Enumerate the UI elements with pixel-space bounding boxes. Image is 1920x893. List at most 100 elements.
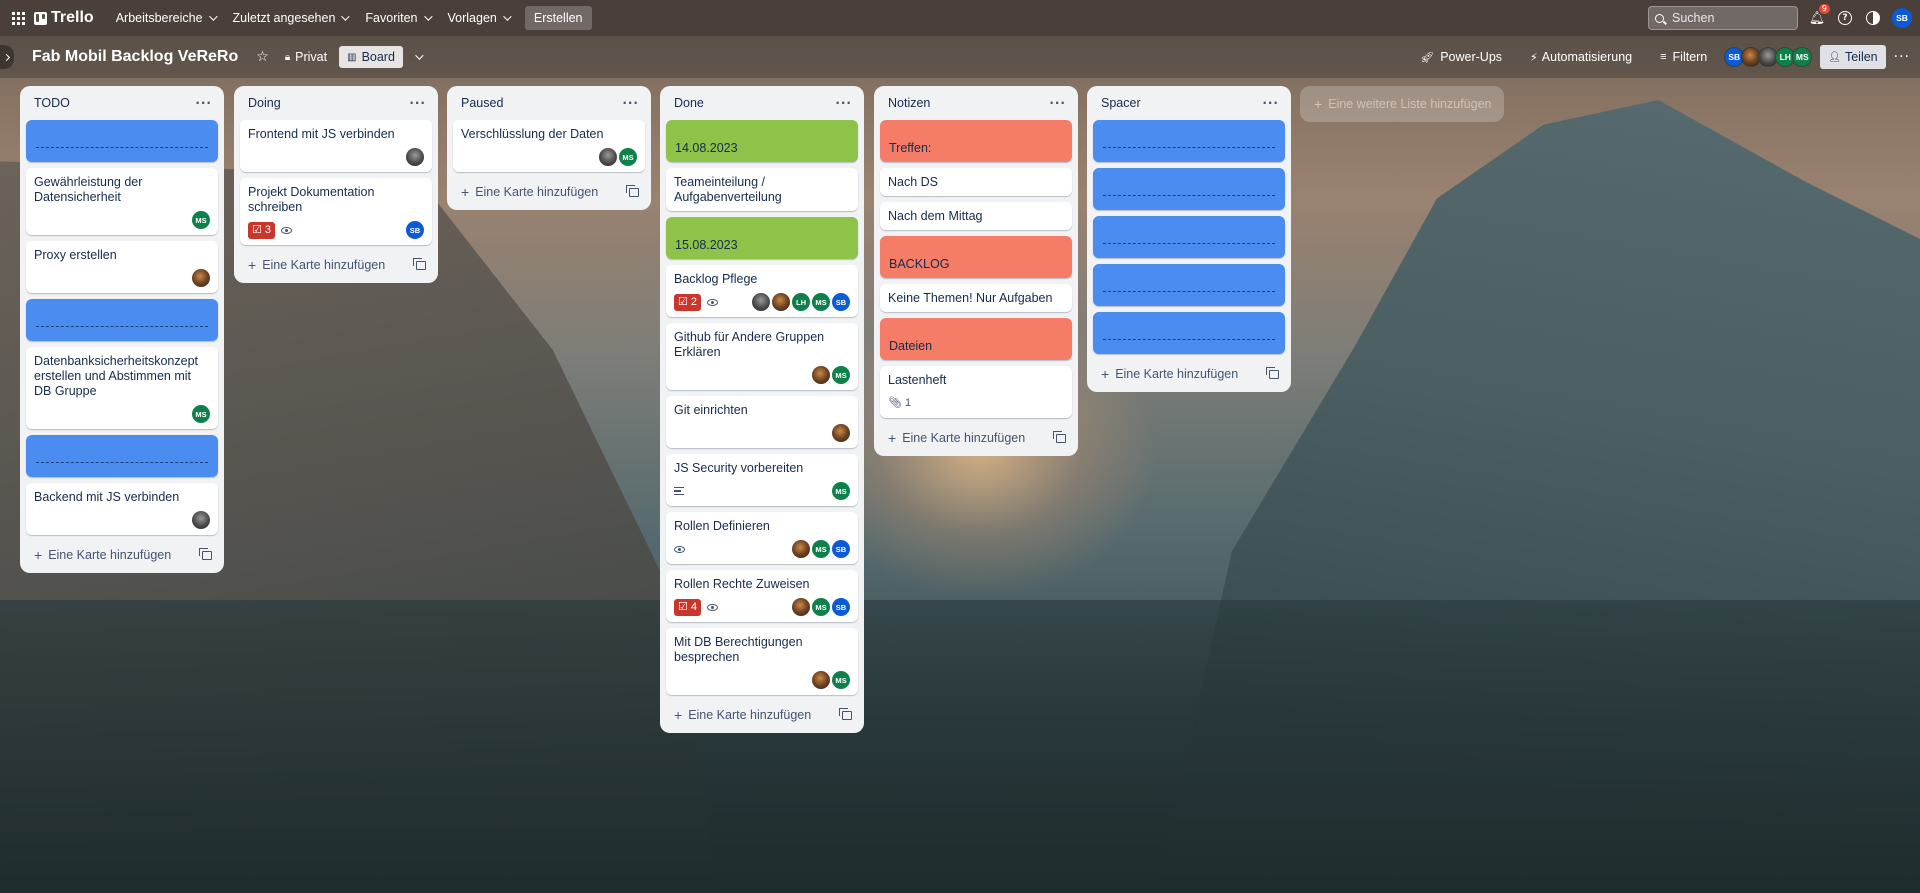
list-menu-icon[interactable]: ···: [1049, 96, 1066, 110]
member-avatar-photo-b[interactable]: [192, 511, 210, 529]
member-avatar-ms[interactable]: MS: [832, 671, 850, 689]
member-avatar-lh[interactable]: LH: [792, 293, 810, 311]
cover-card-red[interactable]: Dateien: [880, 318, 1072, 360]
cover-card-blue[interactable]: [1093, 312, 1285, 354]
member-avatar-photo-b[interactable]: [406, 148, 424, 166]
member-avatar-ms[interactable]: MS: [1792, 47, 1813, 67]
card[interactable]: Mit DB Berechtigungen besprechen MS: [666, 628, 858, 695]
card-template-icon[interactable]: [1266, 366, 1279, 379]
sidebar-toggle-button[interactable]: [0, 45, 14, 69]
card-template-icon[interactable]: [626, 184, 639, 197]
card-template-icon[interactable]: [413, 257, 426, 270]
cover-card-blue[interactable]: [26, 435, 218, 477]
cover-card-blue[interactable]: [1093, 216, 1285, 258]
card[interactable]: Backend mit JS verbinden: [26, 483, 218, 535]
create-button[interactable]: Erstellen: [524, 6, 592, 30]
member-avatar-photo-a[interactable]: [192, 269, 210, 287]
card[interactable]: Projekt Dokumentation schreiben ☑︎ 3 SB: [240, 178, 432, 245]
search-field[interactable]: [1648, 6, 1798, 30]
cover-card-blue[interactable]: [26, 120, 218, 162]
power-ups-button[interactable]: 🚀︎ Power-Ups: [1412, 46, 1510, 68]
card-template-icon[interactable]: [199, 547, 212, 560]
notifications-button[interactable]: 🔔︎ 9: [1808, 4, 1830, 27]
member-avatar-photo-a[interactable]: [832, 424, 850, 442]
card[interactable]: Frontend mit JS verbinden: [240, 120, 432, 172]
card[interactable]: Backlog Pflege ☑︎ 2 LH MS SB: [666, 265, 858, 317]
add-card-button[interactable]: + Eine Karte hinzufügen: [1093, 360, 1285, 386]
member-avatar-photo-b[interactable]: [599, 148, 617, 166]
member-avatar-photo-a[interactable]: [792, 598, 810, 616]
nav-workspaces[interactable]: Arbeitsbereiche: [108, 4, 223, 32]
list-menu-icon[interactable]: ···: [195, 96, 212, 110]
member-avatar-ms[interactable]: MS: [619, 148, 637, 166]
card[interactable]: Gewährleistung der Datensicherheit MS: [26, 168, 218, 235]
member-avatar-sb[interactable]: SB: [832, 540, 850, 558]
card[interactable]: Github für Andere Gruppen Erklären MS: [666, 323, 858, 390]
cover-card-blue[interactable]: [1093, 168, 1285, 210]
cover-card-red[interactable]: BACKLOG: [880, 236, 1072, 278]
cover-card-green[interactable]: 15.08.2023: [666, 217, 858, 259]
list-header[interactable]: Spacer ···: [1093, 86, 1285, 120]
card[interactable]: Rollen Rechte Zuweisen ☑︎ 4 MS SB: [666, 570, 858, 622]
star-icon[interactable]: ☆: [256, 49, 269, 65]
member-avatar-sb[interactable]: SB: [832, 598, 850, 616]
app-switcher-icon[interactable]: [8, 8, 28, 28]
add-card-button[interactable]: + Eine Karte hinzufügen: [26, 541, 218, 567]
list-title[interactable]: Spacer: [1101, 96, 1141, 110]
card[interactable]: Datenbanksicherheitskonzept erstellen un…: [26, 347, 218, 429]
card[interactable]: Nach dem Mittag: [880, 202, 1072, 230]
board-title[interactable]: Fab Mobil Backlog VeReRo: [32, 48, 238, 66]
visibility-button[interactable]: 🔒︎ Privat: [277, 46, 335, 68]
list-header[interactable]: Done ···: [666, 86, 858, 120]
cover-card-green[interactable]: 14.08.2023: [666, 120, 858, 162]
list-title[interactable]: Done: [674, 96, 704, 110]
add-card-button[interactable]: + Eine Karte hinzufügen: [240, 251, 432, 277]
automation-button[interactable]: ⚡︎ Automatisierung: [1522, 46, 1640, 68]
card[interactable]: JS Security vorbereiten MS: [666, 454, 858, 506]
list-header[interactable]: Notizen ···: [880, 86, 1072, 120]
list-menu-icon[interactable]: ···: [409, 96, 426, 110]
view-switcher-button[interactable]: [407, 50, 429, 64]
card[interactable]: Proxy erstellen: [26, 241, 218, 293]
list-menu-icon[interactable]: ···: [622, 96, 639, 110]
nav-starred[interactable]: Favoriten: [357, 4, 437, 32]
member-avatar-photo-a[interactable]: [812, 671, 830, 689]
member-avatar-ms[interactable]: MS: [812, 293, 830, 311]
member-avatar-ms[interactable]: MS: [812, 598, 830, 616]
share-button[interactable]: 👤︎ Teilen: [1820, 45, 1886, 69]
list-menu-icon[interactable]: ···: [1262, 96, 1279, 110]
card-template-icon[interactable]: [1053, 430, 1066, 443]
nav-recent[interactable]: Zuletzt angesehen: [225, 4, 356, 32]
cover-card-red[interactable]: Treffen:: [880, 120, 1072, 162]
nav-templates[interactable]: Vorlagen: [440, 4, 517, 32]
member-avatar-photo-a[interactable]: [812, 366, 830, 384]
list-title[interactable]: Notizen: [888, 96, 930, 110]
card[interactable]: Verschlüsslung der Daten MS: [453, 120, 645, 172]
add-card-button[interactable]: + Eine Karte hinzufügen: [666, 701, 858, 727]
board-menu-icon[interactable]: ···: [1894, 49, 1910, 65]
card[interactable]: Git einrichten: [666, 396, 858, 448]
member-avatar-sb[interactable]: SB: [832, 293, 850, 311]
list-title[interactable]: TODO: [34, 96, 70, 110]
member-avatar-photo-a[interactable]: [772, 293, 790, 311]
card[interactable]: Nach DS: [880, 168, 1072, 196]
member-avatar-photo-a[interactable]: [792, 540, 810, 558]
card[interactable]: Keine Themen! Nur Aufgaben: [880, 284, 1072, 312]
list-menu-icon[interactable]: ···: [835, 96, 852, 110]
account-avatar[interactable]: SB: [1892, 8, 1912, 28]
add-list-button[interactable]: + Eine weitere Liste hinzufügen: [1300, 86, 1504, 122]
cover-card-blue[interactable]: [1093, 264, 1285, 306]
list-header[interactable]: Paused ···: [453, 86, 645, 120]
search-input[interactable]: [1672, 11, 1782, 25]
list-title[interactable]: Paused: [461, 96, 503, 110]
add-card-button[interactable]: + Eine Karte hinzufügen: [880, 424, 1072, 450]
trello-logo[interactable]: Trello: [34, 9, 94, 27]
filter-button[interactable]: ≡ Filtern: [1652, 46, 1715, 68]
list-header[interactable]: Doing ···: [240, 86, 432, 120]
add-card-button[interactable]: + Eine Karte hinzufügen: [453, 178, 645, 204]
card[interactable]: Teameinteilung / Aufgabenverteilung: [666, 168, 858, 211]
card[interactable]: Rollen Definieren MS SB: [666, 512, 858, 564]
member-avatar-ms[interactable]: MS: [192, 405, 210, 423]
member-avatar-photo-b[interactable]: [752, 293, 770, 311]
member-avatar-ms[interactable]: MS: [192, 211, 210, 229]
